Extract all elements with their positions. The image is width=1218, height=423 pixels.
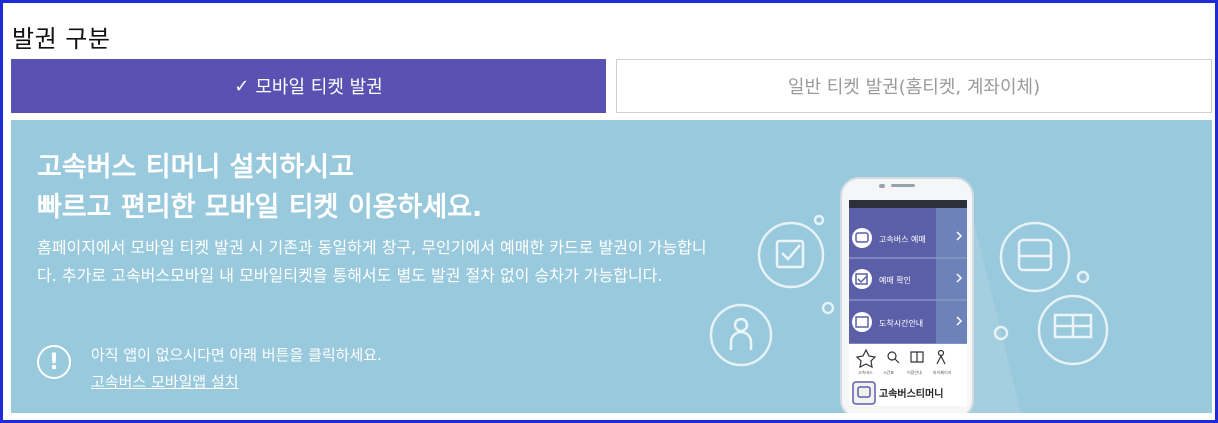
headline-line2: 빠르고 편리한 모바일 티켓 이용하세요. (37, 192, 483, 223)
section-title: 발권 구분 (12, 25, 111, 53)
headline-line1: 고속버스 티머니 설치하시고 (37, 152, 354, 183)
person-circle-icon (709, 303, 773, 367)
tab-label: 일반 티켓 발권(홈티켓, 계좌이체) (787, 77, 1041, 98)
banner-headline: 고속버스 티머니 설치하시고 빠르고 편리한 모바일 티켓 이용하세요. (37, 148, 482, 228)
tab-general-ticket[interactable]: 일반 티켓 발권(홈티켓, 계좌이체) (616, 59, 1212, 113)
tab-mobile-ticket[interactable]: ✓ 모바일 티켓 발권 (11, 59, 606, 113)
promo-banner: 고속버스 티머니 설치하시고 빠르고 편리한 모바일 티켓 이용하세요. 홈페이… (11, 120, 1212, 413)
svg-text:시간표: 시간표 (883, 369, 894, 375)
tab-label: 모바일 티켓 발권 (255, 77, 383, 98)
install-app-link[interactable]: 고속버스 모바일앱 설치 (91, 371, 239, 392)
exclamation-icon: ! (37, 345, 71, 379)
phone-illustration: 고속버스 예매 예매 확인 도착시간안내 고속버스 시간표 이용안내 마이페이지… (709, 177, 1109, 413)
check-icon: ✓ (234, 75, 250, 97)
svg-text:도착시간안내: 도착시간안내 (879, 318, 923, 328)
svg-text:예매 확인: 예매 확인 (879, 275, 911, 285)
svg-text:고속버스티머니: 고속버스티머니 (879, 387, 943, 400)
svg-text:고속버스: 고속버스 (858, 369, 873, 375)
banner-description: 홈페이지에서 모바일 티켓 발권 시 기존과 동일하게 창구, 무인기에서 예매… (37, 238, 707, 285)
page-frame: 발권 구분 ✓ 모바일 티켓 발권 일반 티켓 발권(홈티켓, 계좌이체) 고속… (0, 0, 1218, 423)
svg-text:마이페이지: 마이페이지 (933, 369, 952, 375)
notice-text: 아직 앱이 없으시다면 아래 버튼을 클릭하세요. (91, 346, 382, 364)
svg-text:이용안내: 이용안내 (907, 369, 922, 375)
svg-text:고속버스 예매: 고속버스 예매 (879, 234, 926, 244)
